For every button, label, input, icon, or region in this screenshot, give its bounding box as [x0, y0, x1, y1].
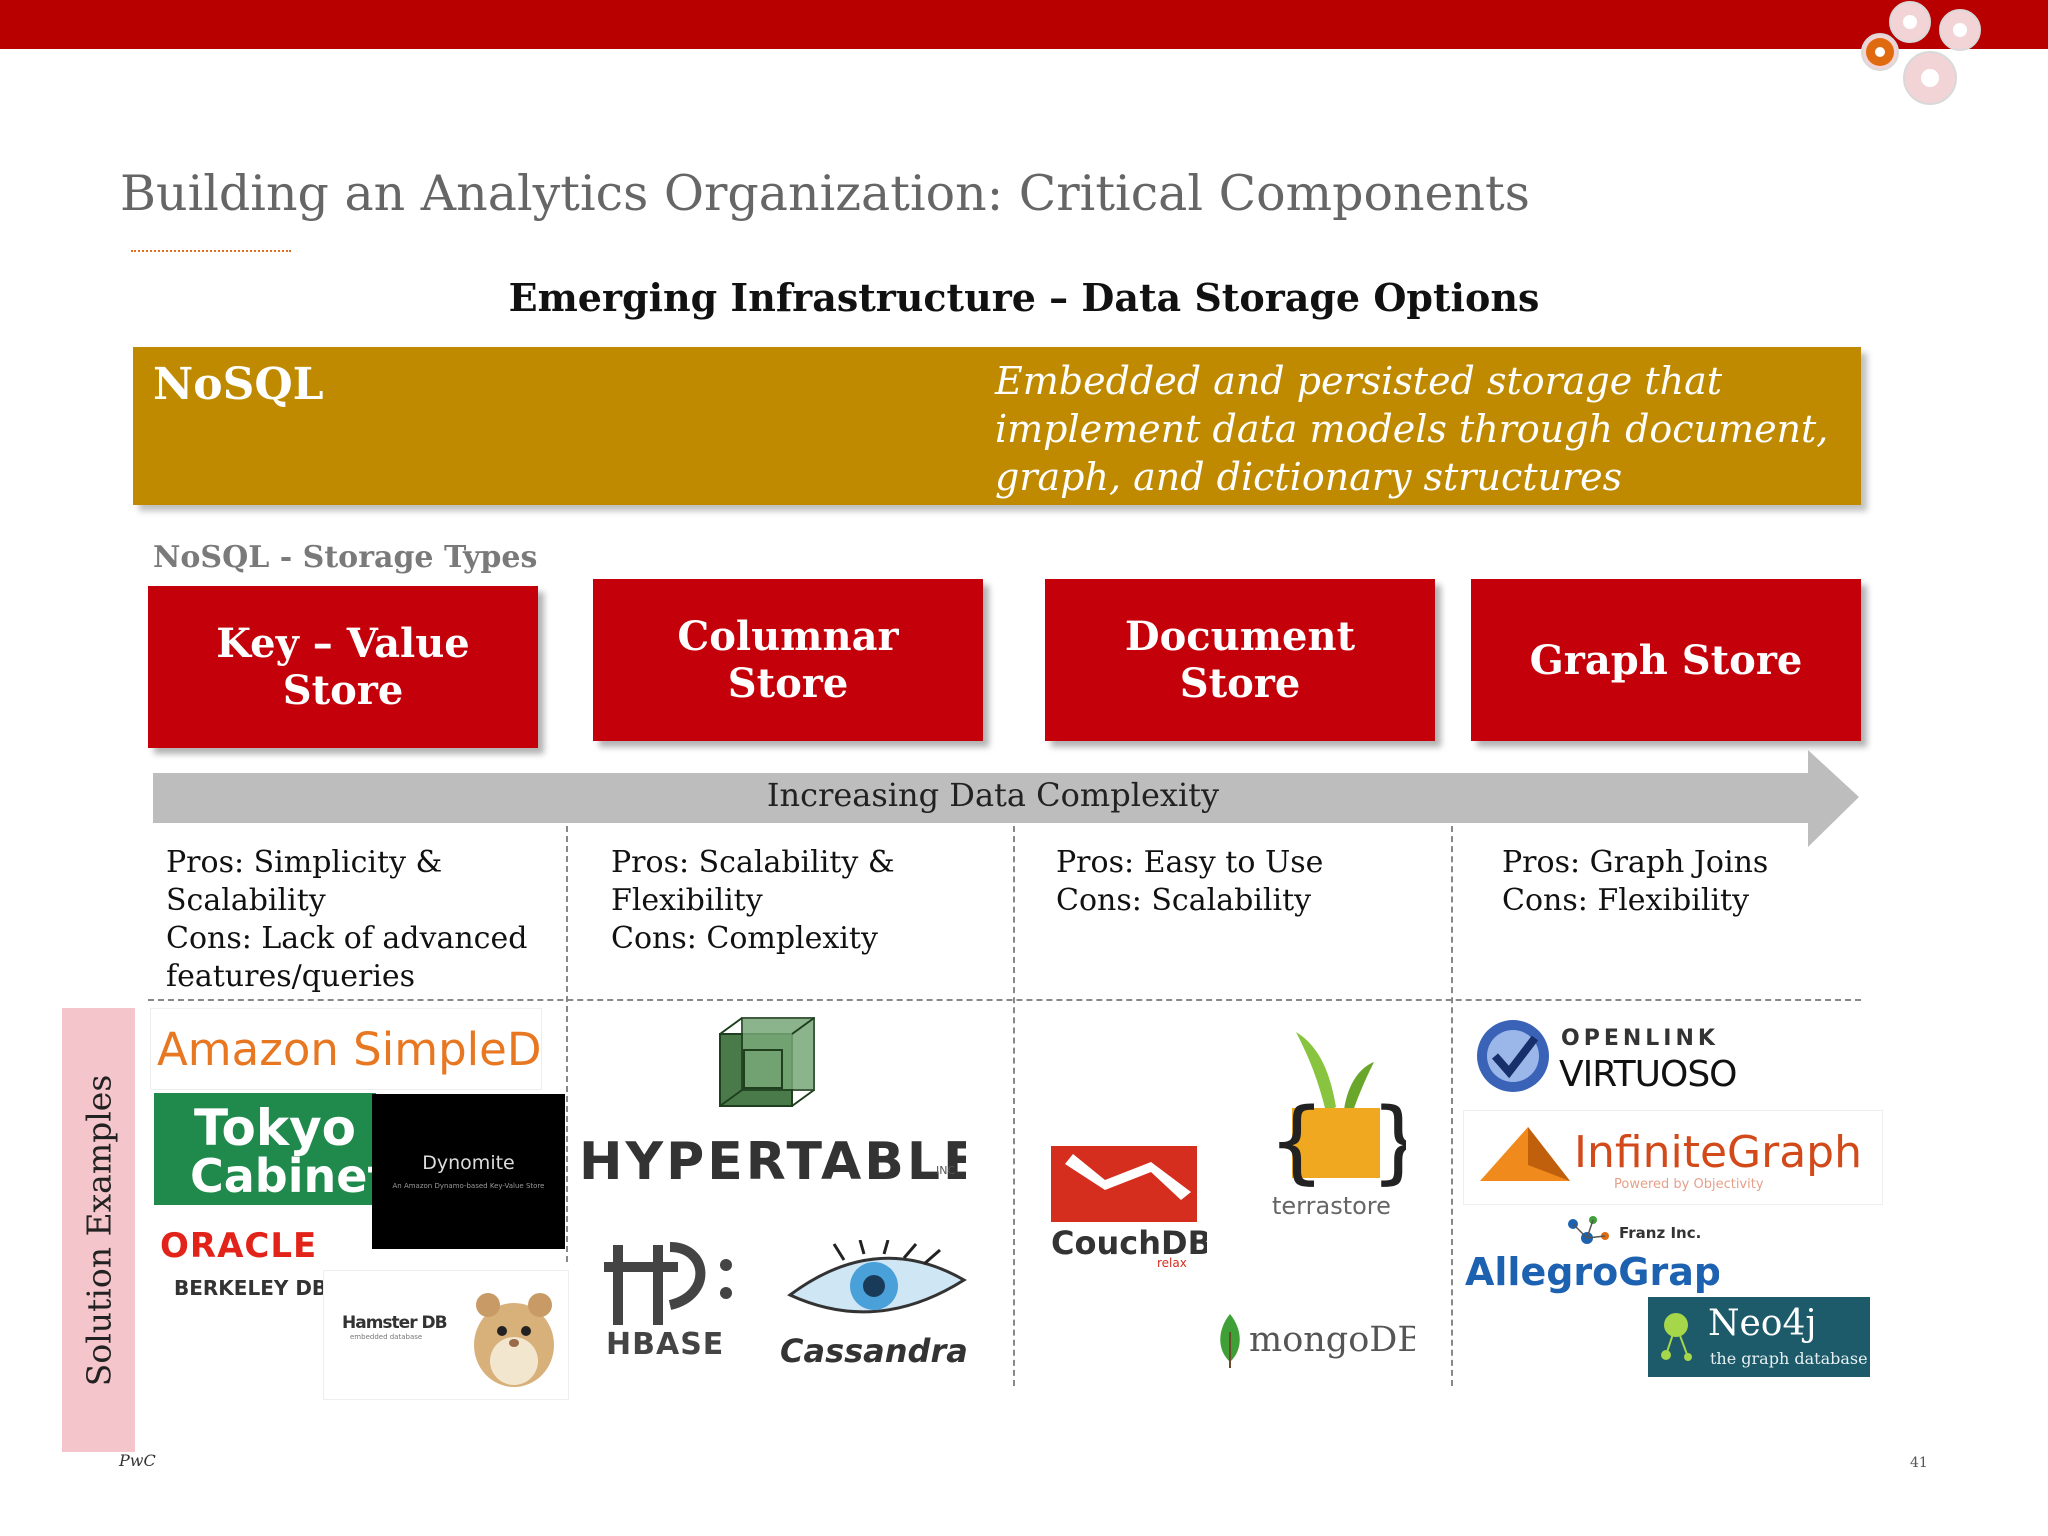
hypertable-inc-text: INC: [936, 1164, 956, 1177]
hypertable-logo: HYPERTABLE INC: [576, 1012, 966, 1197]
terrastore-icon: { }: [1268, 1032, 1406, 1192]
cassandra-text: Cassandra: [780, 1332, 968, 1370]
nosql-description: Embedded and persisted storage that impl…: [995, 359, 1829, 499]
solution-examples-text: Solution Examples: [79, 1074, 118, 1386]
hamster-db-logo: Hamster DB embedded database: [323, 1270, 569, 1400]
neo4j-graph-icon: [1661, 1313, 1692, 1361]
dynomite-text: Dynomite: [422, 1152, 515, 1174]
hbase-logo: HBASE: [594, 1235, 754, 1365]
svg-text:{: {: [1268, 1089, 1325, 1192]
terrastore-logo: { } terrastore: [1262, 1022, 1410, 1224]
pros-cons-key-value: Pros: Simplicity & Scalability Cons: Lac…: [166, 845, 528, 994]
virtuoso-text: VIRTUOSO: [1559, 1054, 1738, 1095]
hamster-db-subtext: embedded database: [350, 1333, 423, 1341]
hamster-icon: [474, 1293, 554, 1387]
allegrograph-text: AllegroGraph: [1465, 1250, 1719, 1294]
openlink-virtuoso-logo: OPENLINK VIRTUOSO: [1471, 1012, 1741, 1102]
solution-examples-label: Solution Examples: [62, 1008, 135, 1452]
cassandra-eye-icon: [787, 1240, 967, 1314]
terrastore-text: terrastore: [1272, 1192, 1391, 1220]
gears-icon: [1861, 1, 1981, 105]
allegrograph-logo: Franz Inc. AllegroGraph: [1463, 1210, 1719, 1302]
franz-inc-text: Franz Inc.: [1619, 1224, 1702, 1242]
couchdb-icon: [1051, 1146, 1197, 1222]
title-underline: [131, 250, 291, 252]
openlink-text: OPENLINK: [1561, 1026, 1719, 1051]
mongodb-logo: mongoDB: [1215, 1310, 1415, 1370]
tokyo-cabinet-logo: Tokyo Cabinet: [154, 1093, 376, 1205]
tokyo-cabinet-text-2: Cabinet: [190, 1149, 376, 1203]
column-divider: [1451, 826, 1453, 1386]
top-bar: [0, 0, 2048, 49]
pros-cons-columnar: Pros: Scalability & Flexibility Cons: Co…: [611, 845, 895, 956]
cassandra-logo: Cassandra: [776, 1240, 976, 1370]
couchdb-logo: CouchDB relax: [1049, 1142, 1207, 1272]
neo4j-text: Neo4j: [1708, 1303, 1817, 1344]
complexity-arrow-label: Increasing Data Complexity: [766, 776, 1220, 814]
mongodb-leaf-icon: [1220, 1314, 1240, 1368]
infinitegraph-icon: [1480, 1127, 1570, 1181]
allegrograph-icon: [1568, 1216, 1609, 1244]
page-title: Building an Analytics Organization: Crit…: [120, 165, 1530, 222]
dynomite-subtext: An Amazon Dynamo-based Key-Value Store: [392, 1182, 545, 1190]
storage-types-label: NoSQL - Storage Types: [153, 540, 538, 575]
dynomite-logo: Dynomite An Amazon Dynamo-based Key-Valu…: [372, 1094, 565, 1249]
oracle-text: ORACLE: [160, 1226, 318, 1266]
pros-cons-document: Pros: Easy to Use Cons: Scalability: [1056, 845, 1324, 918]
neo4j-logo: Neo4j the graph database: [1648, 1297, 1870, 1377]
storage-type-key-value: Key – Value Store: [148, 586, 538, 748]
storage-type-graph: Graph Store: [1471, 579, 1861, 741]
row-divider: [148, 999, 1861, 1001]
column-divider: [566, 826, 568, 1262]
hypercube-icon: [719, 1017, 815, 1107]
page-number: 41: [1910, 1455, 1928, 1471]
hbase-text: HBASE: [606, 1327, 725, 1362]
hamster-db-text: Hamster DB: [342, 1313, 448, 1333]
footer-brand: PwC: [119, 1451, 156, 1470]
virtuoso-icon: [1477, 1020, 1549, 1092]
infinitegraph-subtext: Powered by Objectivity: [1614, 1177, 1764, 1192]
svg-text:}: }: [1370, 1089, 1406, 1192]
amazon-simpledb-text: Amazon SimpleDB: [157, 1023, 542, 1076]
infinitegraph-logo: InfiniteGraph Powered by Objectivity: [1463, 1110, 1883, 1205]
infinitegraph-text: InfiniteGraph: [1574, 1127, 1862, 1178]
nosql-label: NoSQL: [153, 359, 324, 410]
storage-type-columnar: Columnar Store: [593, 579, 983, 741]
neo4j-subtext: the graph database: [1710, 1349, 1868, 1368]
storage-type-document: Document Store: [1045, 579, 1435, 741]
oracle-berkeley-logo: ORACLE BERKELEY DB: [154, 1218, 338, 1308]
pros-cons-graph: Pros: Graph Joins Cons: Flexibility: [1502, 845, 1769, 918]
berkeley-db-text: BERKELEY DB: [174, 1276, 328, 1300]
amazon-simpledb-logo: Amazon SimpleDB: [150, 1008, 542, 1090]
hbase-glyph-icon: [604, 1242, 732, 1325]
hypertable-text: HYPERTABLE: [579, 1132, 966, 1192]
section-subtitle: Emerging Infrastructure – Data Storage O…: [508, 275, 1540, 320]
couchdb-subtext: relax: [1157, 1256, 1187, 1270]
nosql-banner: NoSQL Embedded and persisted storage tha…: [133, 347, 1861, 505]
column-divider: [1013, 826, 1015, 1386]
mongodb-text: mongoDB: [1249, 1320, 1415, 1360]
